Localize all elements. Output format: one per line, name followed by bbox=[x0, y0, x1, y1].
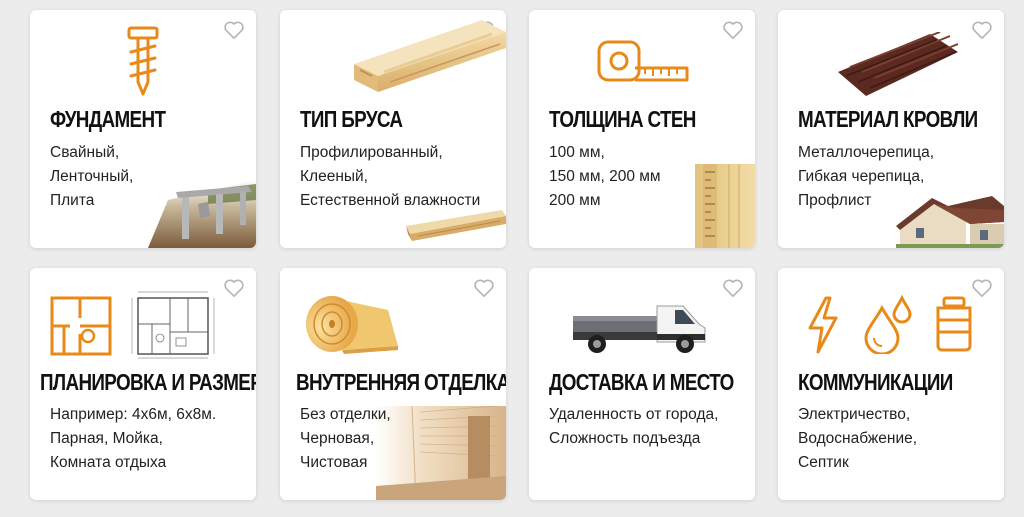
insulation-roll-icon bbox=[306, 296, 398, 354]
heart-icon[interactable] bbox=[971, 278, 993, 298]
card-description: Например: 4х6м, 6х8м. Парная, Мойка, Ком… bbox=[50, 406, 217, 471]
card-roof-material[interactable]: МАТЕРИАЛ КРОВЛИ Металлочерепица, Гибкая … bbox=[778, 10, 1004, 248]
card-title: ТОЛЩИНА СТЕН bbox=[549, 106, 696, 132]
card-foundation[interactable]: ФУНДАМЕНТ Свайный, Ленточный, Плита bbox=[30, 10, 256, 248]
interior-photo bbox=[376, 406, 506, 500]
heart-icon[interactable] bbox=[722, 20, 744, 40]
roof-sheet-icon bbox=[838, 32, 959, 96]
card-description: Удаленность от города, Сложность подъезд… bbox=[549, 406, 719, 447]
card-title: ТИП БРУСА bbox=[300, 106, 403, 132]
card-description: Свайный, Ленточный, Плита bbox=[50, 144, 134, 209]
card-wall-thickness[interactable]: ТОЛЩИНА СТЕН 100 мм, 150 мм, 200 мм 200 … bbox=[529, 10, 755, 248]
heart-icon[interactable] bbox=[223, 20, 245, 40]
card-interior-finish[interactable]: ВНУТРЕННЯЯ ОТДЕЛКА Без отделки, Черновая… bbox=[280, 268, 506, 500]
heart-icon[interactable] bbox=[722, 278, 744, 298]
card-title: ФУНДАМЕНТ bbox=[50, 106, 166, 132]
card-title: КОММУНИКАЦИИ bbox=[798, 369, 953, 395]
card-title: МАТЕРИАЛ КРОВЛИ bbox=[798, 106, 978, 132]
heart-icon[interactable] bbox=[971, 20, 993, 40]
card-title: ПЛАНИРОВКА И РАЗМЕР bbox=[40, 369, 256, 395]
blueprint-drawing-icon bbox=[131, 291, 215, 359]
heart-icon[interactable] bbox=[473, 278, 495, 298]
card-utilities[interactable]: КОММУНИКАЦИИ Электричество, Водоснабжени… bbox=[778, 268, 1004, 500]
floor-plan-icon bbox=[50, 296, 112, 356]
delivery-truck-icon bbox=[573, 305, 706, 353]
card-delivery-location[interactable]: ДОСТАВКА И МЕСТО Удаленность от города, … bbox=[529, 268, 755, 500]
options-grid: ФУНДАМЕНТ Свайный, Ленточный, Плита ТИП … bbox=[0, 0, 1024, 517]
card-description: Профилированный, Клееный, Естественной в… bbox=[300, 144, 481, 209]
card-description: Без отделки, Черновая, Чистовая bbox=[300, 406, 391, 471]
card-layout-size[interactable]: ПЛАНИРОВКА И РАЗМЕР Например: 4х6м, 6х8м… bbox=[30, 268, 256, 500]
heart-icon[interactable] bbox=[223, 278, 245, 298]
card-title: ВНУТРЕННЯЯ ОТДЕЛКА bbox=[296, 369, 506, 395]
card-timber-type[interactable]: ТИП БРУСА Профилированный, Клееный, Есте… bbox=[280, 10, 506, 248]
timber-beam-icon bbox=[354, 20, 506, 92]
card-description: Электричество, Водоснабжение, Септик bbox=[798, 406, 918, 471]
foundation-photo bbox=[148, 180, 256, 248]
tape-measure-icon bbox=[597, 40, 689, 82]
water-drops-icon bbox=[864, 294, 912, 354]
wall-beam-photo bbox=[695, 164, 755, 248]
screw-pile-icon bbox=[127, 26, 159, 96]
card-description: Металлочерепица, Гибкая черепица, Профли… bbox=[798, 144, 935, 209]
septic-tank-icon bbox=[936, 296, 972, 352]
card-description: 100 мм, 150 мм, 200 мм 200 мм bbox=[549, 144, 661, 209]
card-title: ДОСТАВКА И МЕСТО bbox=[549, 369, 734, 395]
lightning-icon bbox=[808, 296, 838, 354]
